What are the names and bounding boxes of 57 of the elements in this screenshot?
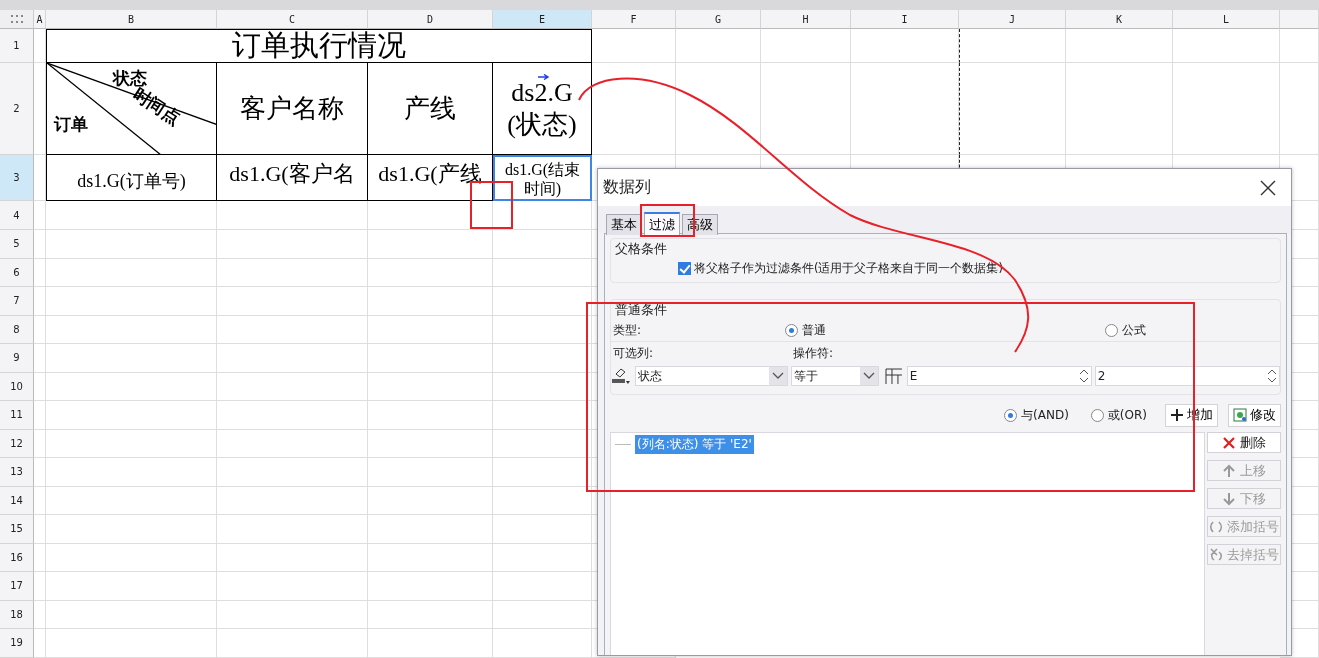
radio-button[interactable]: 与(AND) bbox=[1004, 406, 1069, 424]
column-header[interactable]: C bbox=[217, 10, 368, 29]
column-header[interactable]: I bbox=[851, 10, 959, 29]
row-header[interactable]: 11 bbox=[0, 401, 34, 430]
row-header[interactable]: 14 bbox=[0, 486, 34, 515]
row-header[interactable]: 10 bbox=[0, 372, 34, 401]
tab[interactable]: 过滤 bbox=[644, 212, 680, 235]
row-header[interactable]: 9 bbox=[0, 344, 34, 373]
delete-button[interactable]: 删除 bbox=[1207, 432, 1281, 453]
header-label: 订单 bbox=[54, 113, 88, 136]
operator-dropdown[interactable]: 等于 bbox=[791, 366, 879, 386]
column-header[interactable]: A bbox=[34, 10, 46, 29]
table-cell[interactable]: ds1.G(客户名 bbox=[217, 155, 368, 201]
row-header[interactable]: 6 bbox=[0, 258, 34, 287]
header-label: 状态 bbox=[113, 67, 147, 88]
field-label: 操作符: bbox=[793, 344, 834, 362]
row-header[interactable]: 2 bbox=[0, 63, 34, 155]
row-header[interactable]: 3 bbox=[0, 155, 34, 201]
column-header[interactable]: B bbox=[46, 10, 217, 29]
table-cell[interactable]: ds1.G(结束时间) bbox=[493, 155, 592, 201]
column-header[interactable]: K bbox=[1066, 10, 1173, 29]
column-header[interactable]: D bbox=[368, 10, 493, 29]
row-header[interactable]: 17 bbox=[0, 572, 34, 601]
row-header[interactable]: 12 bbox=[0, 429, 34, 458]
spinner-field[interactable]: 2 bbox=[1094, 366, 1280, 386]
row-header[interactable]: 4 bbox=[0, 201, 34, 230]
dialog-title: 数据列 bbox=[603, 177, 651, 198]
column-header[interactable]: H bbox=[761, 10, 851, 29]
row-header[interactable]: 16 bbox=[0, 543, 34, 572]
report-title: 订单执行情况 bbox=[46, 29, 592, 63]
column-header[interactable]: L bbox=[1173, 10, 1280, 29]
radio-button[interactable]: 公式 bbox=[1105, 321, 1146, 339]
row-header[interactable]: 7 bbox=[0, 287, 34, 316]
spinner-field[interactable]: E bbox=[906, 366, 1092, 386]
field-label: 可选列: bbox=[613, 344, 655, 362]
tab[interactable]: 基本 bbox=[606, 214, 642, 235]
row-header[interactable]: 8 bbox=[0, 315, 34, 344]
row-header[interactable]: 13 bbox=[0, 458, 34, 487]
row-header[interactable]: 18 bbox=[0, 600, 34, 629]
column-header[interactable]: F bbox=[592, 10, 676, 29]
column-dropdown[interactable]: 状态 bbox=[634, 366, 789, 386]
row-header[interactable]: 15 bbox=[0, 515, 34, 544]
field-label: 类型: bbox=[613, 321, 643, 339]
column-header[interactable]: E bbox=[493, 10, 592, 29]
edit-button[interactable]: 修改 bbox=[1228, 403, 1281, 427]
row-header[interactable]: 5 bbox=[0, 230, 34, 259]
header-cell: 客户名称 bbox=[217, 63, 368, 155]
table-cell[interactable]: ds1.G(订单号) bbox=[46, 155, 217, 201]
group-title: 父格条件 bbox=[614, 240, 668, 258]
column-header[interactable]: G bbox=[676, 10, 761, 29]
header-cell: 产线 bbox=[368, 63, 493, 155]
header-cell: ds2.G(状态) bbox=[493, 63, 592, 155]
row-header[interactable]: 19 bbox=[0, 629, 34, 658]
row-header[interactable]: 1 bbox=[0, 29, 34, 63]
radio-button[interactable]: 普通 bbox=[785, 321, 1105, 339]
column-header[interactable]: J bbox=[959, 10, 1066, 29]
radio-button[interactable]: 或(OR) bbox=[1090, 406, 1147, 424]
